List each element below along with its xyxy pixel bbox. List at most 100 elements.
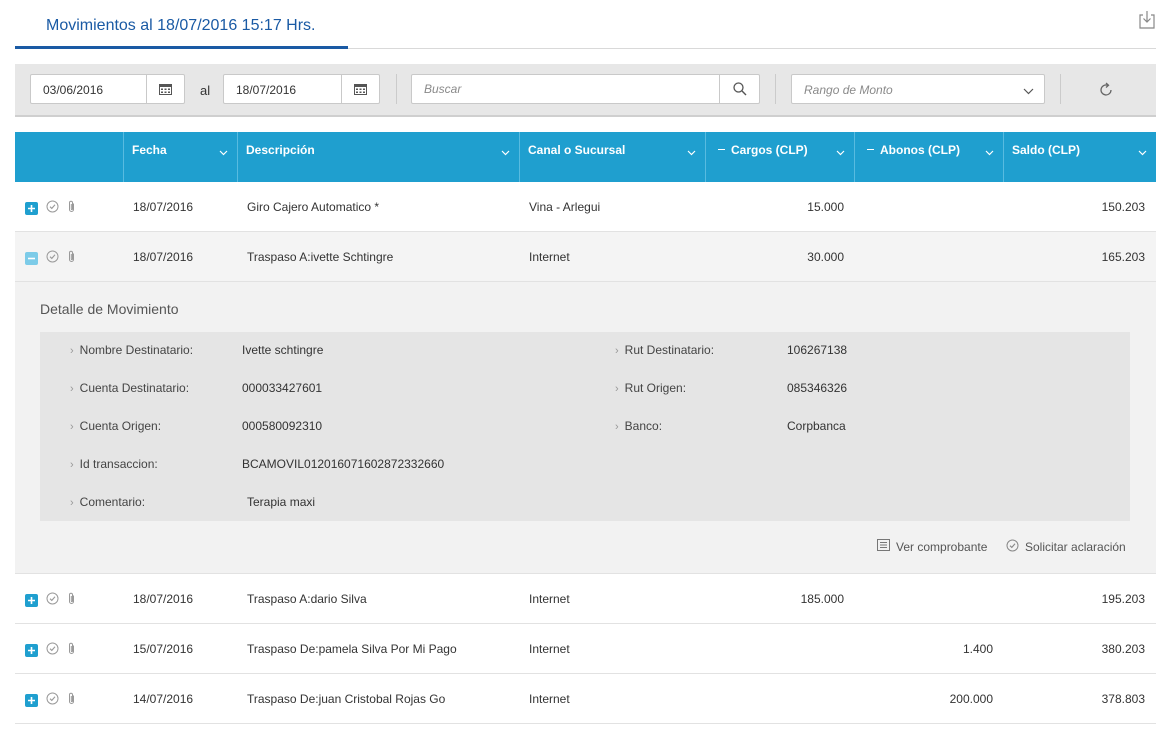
table-row[interactable]: 18/07/2016 Traspaso A:dario Silva Intern… (15, 574, 1156, 624)
chevron-down-icon[interactable] (687, 145, 696, 159)
check-circle-icon (1006, 539, 1019, 555)
search-icon[interactable] (719, 75, 759, 103)
paperclip-icon[interactable] (67, 250, 76, 266)
check-circle-icon[interactable] (46, 642, 59, 658)
chevron-right-icon: › (70, 421, 74, 433)
expand-icon[interactable] (25, 693, 38, 707)
solicitar-aclaracion-button[interactable]: Solicitar aclaración (1006, 539, 1126, 555)
column-header-label: Abonos (CLP) (880, 143, 960, 157)
detail-value-nombre-destinatario: Ivette schtingre (242, 343, 324, 357)
detail-label-id-transaccion: › Id transaccion: (70, 457, 158, 471)
chevron-down-icon[interactable] (1138, 145, 1147, 159)
search-input[interactable] (424, 81, 714, 97)
chevron-right-icon: › (615, 345, 619, 357)
chevron-right-icon: › (615, 421, 619, 433)
calendar-icon[interactable] (146, 75, 184, 103)
calendar-icon[interactable] (341, 75, 379, 103)
detail-label-banco: › Banco: (615, 419, 662, 433)
column-header-cargos[interactable]: Cargos (CLP) (705, 132, 854, 182)
search-field[interactable] (411, 74, 760, 104)
detail-label-text: Nombre Destinatario: (79, 343, 194, 357)
cell-saldo: 195.203 (1101, 592, 1145, 606)
collapse-icon[interactable] (25, 251, 38, 265)
cell-descripcion: Traspaso De:juan Cristobal Rojas Go (247, 692, 446, 706)
detail-value-banco: Corpbanca (787, 419, 846, 433)
row-controls (25, 642, 76, 658)
page-title[interactable]: Movimientos al 18/07/2016 15:17 Hrs. (15, 0, 348, 49)
cell-saldo: 378.803 (1101, 692, 1145, 706)
cell-fecha: 18/07/2016 (133, 250, 194, 264)
cell-fecha: 15/07/2016 (133, 642, 194, 656)
column-header-label: Canal o Sucursal (528, 143, 626, 157)
ver-comprobante-button[interactable]: Ver comprobante (877, 539, 987, 554)
chevron-down-icon[interactable] (501, 145, 510, 159)
row-controls (25, 692, 76, 708)
cell-canal: Internet (529, 692, 570, 706)
download-icon[interactable] (1138, 10, 1156, 30)
date-to-field[interactable]: 18/07/2016 (223, 74, 380, 104)
cell-descripcion: Giro Cajero Automatico * (247, 200, 380, 214)
detail-label-text: Rut Origen: (624, 381, 687, 395)
cell-fecha: 14/07/2016 (133, 692, 194, 706)
detail-label-nombre-destinatario: › Nombre Destinatario: (70, 343, 193, 357)
chevron-right-icon: › (615, 383, 619, 395)
expand-icon[interactable] (25, 593, 38, 607)
divider (775, 74, 776, 104)
column-header-label: Fecha (132, 143, 167, 157)
refresh-icon[interactable] (1098, 82, 1118, 102)
detail-value-comentario: Terapia maxi (247, 495, 316, 509)
column-header-descripcion[interactable]: Descripción (237, 132, 519, 182)
table-row[interactable]: 15/07/2016 Traspaso De:pamela Silva Por … (15, 624, 1156, 674)
row-controls (25, 200, 76, 216)
ver-comprobante-label: Ver comprobante (896, 539, 988, 554)
cell-cargos: 30.000 (807, 250, 844, 264)
date-from-field[interactable]: 03/06/2016 (30, 74, 185, 104)
chevron-right-icon: › (70, 345, 74, 357)
column-header-saldo[interactable]: Saldo (CLP) (1003, 132, 1156, 182)
chevron-down-icon[interactable] (219, 145, 228, 159)
expand-icon[interactable] (25, 201, 38, 215)
detail-label-comentario: › Comentario: (70, 495, 145, 509)
table-row[interactable]: 18/07/2016 Giro Cajero Automatico * Vina… (15, 182, 1156, 232)
check-circle-icon[interactable] (46, 250, 59, 266)
cell-descripcion: Traspaso A:ivette Schtingre (247, 250, 394, 264)
column-header-label: Cargos (CLP) (731, 143, 808, 157)
date-from-value: 03/06/2016 (43, 83, 104, 97)
check-circle-icon[interactable] (46, 200, 59, 216)
paperclip-icon[interactable] (67, 642, 76, 658)
chevron-right-icon: › (70, 459, 74, 471)
minus-icon (718, 148, 725, 150)
detail-label-text: Rut Destinatario: (624, 343, 715, 357)
table-row[interactable]: 14/07/2016 Traspaso De:juan Cristobal Ro… (15, 674, 1156, 724)
table-row[interactable]: 18/07/2016 Traspaso A:ivette Schtingre I… (15, 232, 1156, 282)
detail-value-cuenta-destinatario: 000033427601 (242, 381, 323, 395)
expand-icon[interactable] (25, 643, 38, 657)
cell-cargos: 185.000 (800, 592, 844, 606)
paperclip-icon[interactable] (67, 200, 76, 216)
paperclip-icon[interactable] (67, 592, 76, 608)
chevron-down-icon[interactable] (836, 145, 845, 159)
detail-title: Detalle de Movimiento (40, 301, 179, 317)
cell-saldo: 380.203 (1101, 642, 1145, 656)
check-circle-icon[interactable] (46, 692, 59, 708)
chevron-down-icon[interactable] (985, 145, 994, 159)
cell-canal: Vina - Arlegui (529, 200, 601, 214)
detail-label-text: Comentario: (79, 495, 146, 509)
filter-bar: 03/06/2016 al 18/07/2016 Rango de Monto (15, 64, 1156, 117)
rango-monto-select[interactable]: Rango de Monto (791, 74, 1045, 104)
solicitar-aclaracion-label: Solicitar aclaración (1025, 540, 1126, 554)
detail-value-id-transaccion: BCAMOVIL012016071602872332660 (242, 457, 445, 471)
column-header-abonos[interactable]: Abonos (CLP) (854, 132, 1003, 182)
column-header-canal[interactable]: Canal o Sucursal (519, 132, 705, 182)
check-circle-icon[interactable] (46, 592, 59, 608)
paperclip-icon[interactable] (67, 692, 76, 708)
cell-descripcion: Traspaso De:pamela Silva Por Mi Pago (247, 642, 457, 656)
column-header-fecha[interactable]: Fecha (123, 132, 237, 182)
cell-saldo: 150.203 (1101, 200, 1145, 214)
chevron-right-icon: › (70, 497, 74, 509)
detail-label-rut-origen: › Rut Origen: (615, 381, 686, 395)
cell-canal: Internet (529, 642, 570, 656)
row-controls (25, 592, 76, 608)
detail-label-text: Id transaccion: (79, 457, 158, 471)
divider (396, 74, 397, 104)
